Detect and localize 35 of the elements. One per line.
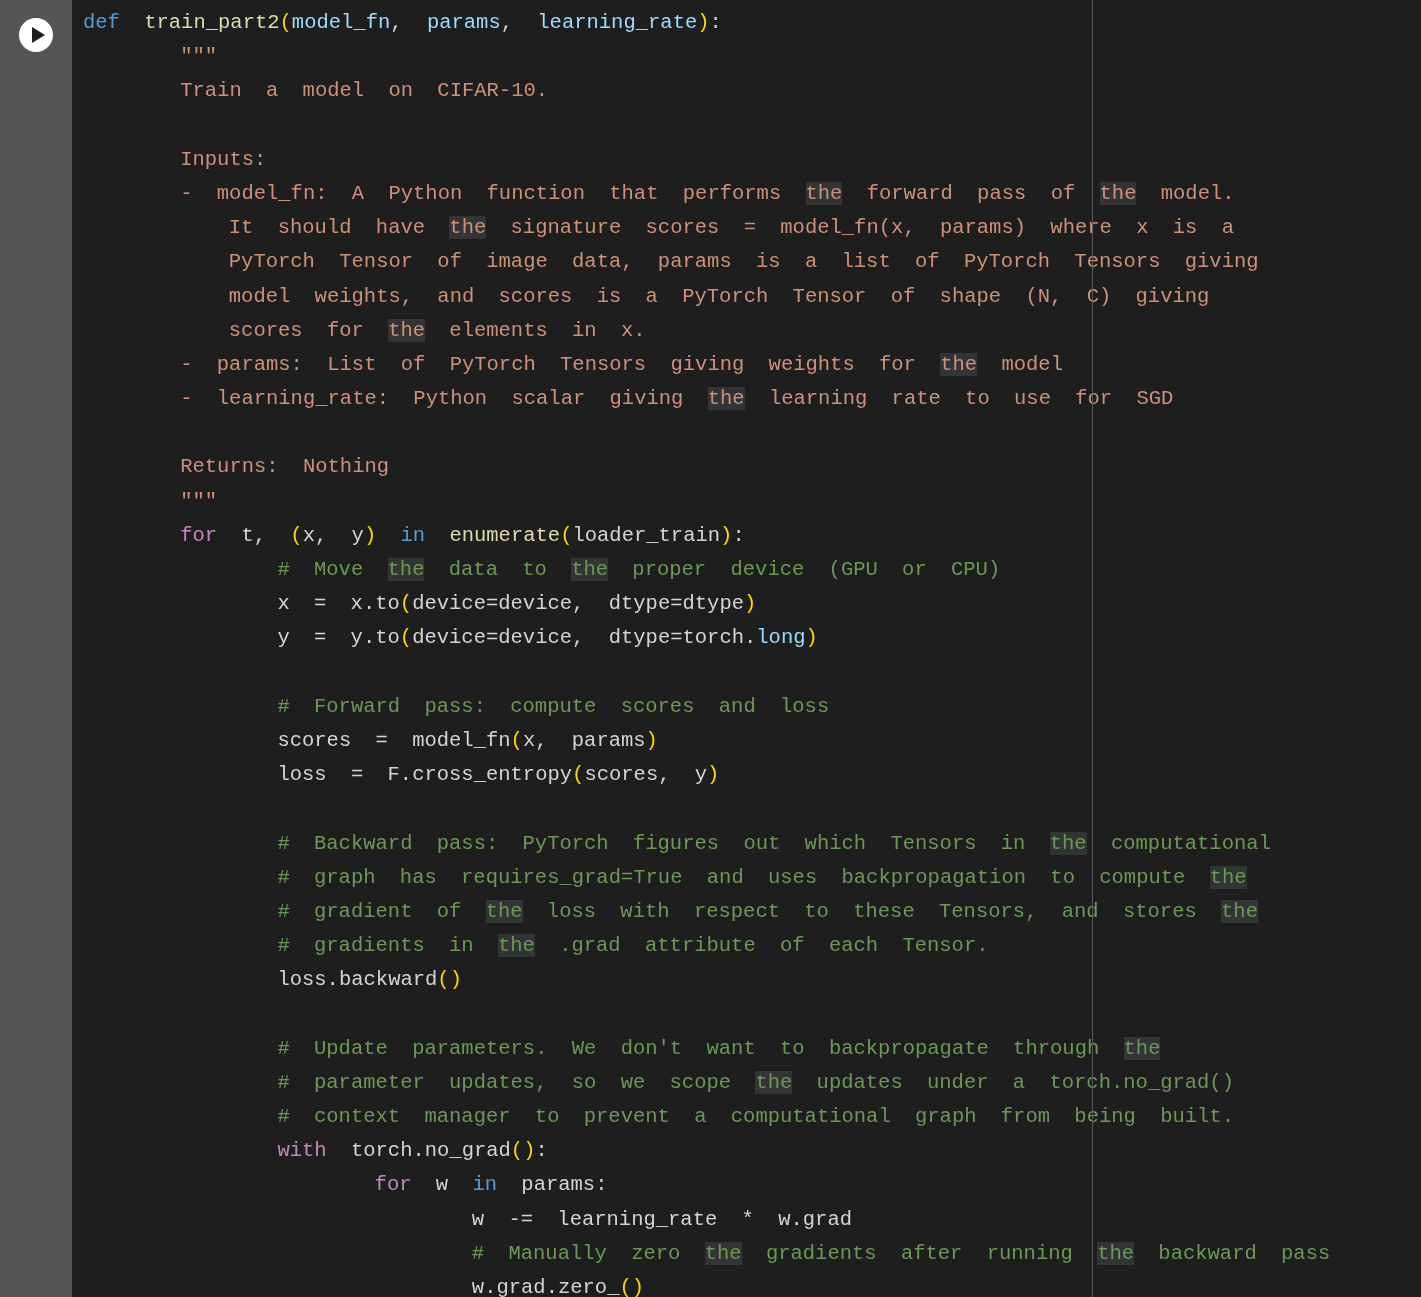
code-line: """ [179, 488, 218, 515]
run-button[interactable] [19, 18, 53, 52]
code-line: def train_part2(model_fn, params, learning_rate): [83, 10, 722, 36]
code-line: - learning_rate: Python scalar giving the learning rate to use for SGD [179, 386, 1174, 413]
code-line: x = x.to(device=device, dtype=dtype) [276, 591, 757, 618]
code-line: # Update parameters. We don't want to backpropagate through the [276, 1035, 1161, 1062]
code-line: for t, (x, y) in enumerate(loader_train): [179, 522, 745, 549]
code-line: PyTorch Tensor of image data, params is a list of PyTorch Tensors giving [227, 249, 1259, 276]
code-line: with torch.no_grad(): [276, 1138, 548, 1165]
code-line: """ [179, 44, 218, 71]
code-line: loss = F.cross_entropy(scores, y) [276, 762, 720, 789]
code-line: # Forward pass: compute scores and loss [276, 693, 830, 720]
code-line: - params: List of PyTorch Tensors giving weights for the model [179, 351, 1063, 378]
play-icon [30, 26, 46, 44]
code-line: # Move the data to the proper device (GPU or CPU) [276, 557, 1001, 583]
code-line: # Manually zero the gradients after running the backward pass [470, 1240, 1331, 1267]
code-line: # gradients in the .grad attribute of each Tensor. [276, 933, 989, 960]
code-line: w.grad.zero_() [470, 1274, 645, 1297]
code-line: loss.backward() [276, 967, 462, 994]
code-line: scores for the elements in x. [227, 317, 646, 344]
code-line: # gradient of the loss with respect to these Tensors, and stores the [276, 898, 1258, 925]
code-line: scores = model_fn(x, params) [276, 727, 658, 754]
code-line: w -= learning_rate * w.grad [470, 1206, 852, 1233]
code-line: # parameter updates, so we scope the updates under a torch.no_grad() [276, 1069, 1234, 1096]
code-line: - model_fn: A Python function that performs the forward pass of the model. [179, 180, 1235, 207]
code-line: # context manager to prevent a computational graph from being built. [276, 1104, 1234, 1130]
code-line: # Backward pass: PyTorch figures out which Tensors in the computational [276, 830, 1271, 857]
code-line: Inputs: [179, 146, 267, 173]
code-line: It should have the signature scores = model_fn(x, params) where x is a [227, 215, 1234, 242]
code-line: model weights, and scores is a PyTorch Tensor of shape (N, C) giving [227, 283, 1210, 310]
code-line: Returns: Nothing [179, 454, 390, 481]
code-line: # graph has requires_grad=True and uses backpropagation to compute the [276, 864, 1247, 891]
code-line: for w in params: [373, 1172, 608, 1199]
code-line: y = y.to(device=device, dtype=torch.long) [276, 625, 818, 652]
code-line: Train a model on CIFAR-10. [179, 78, 549, 105]
